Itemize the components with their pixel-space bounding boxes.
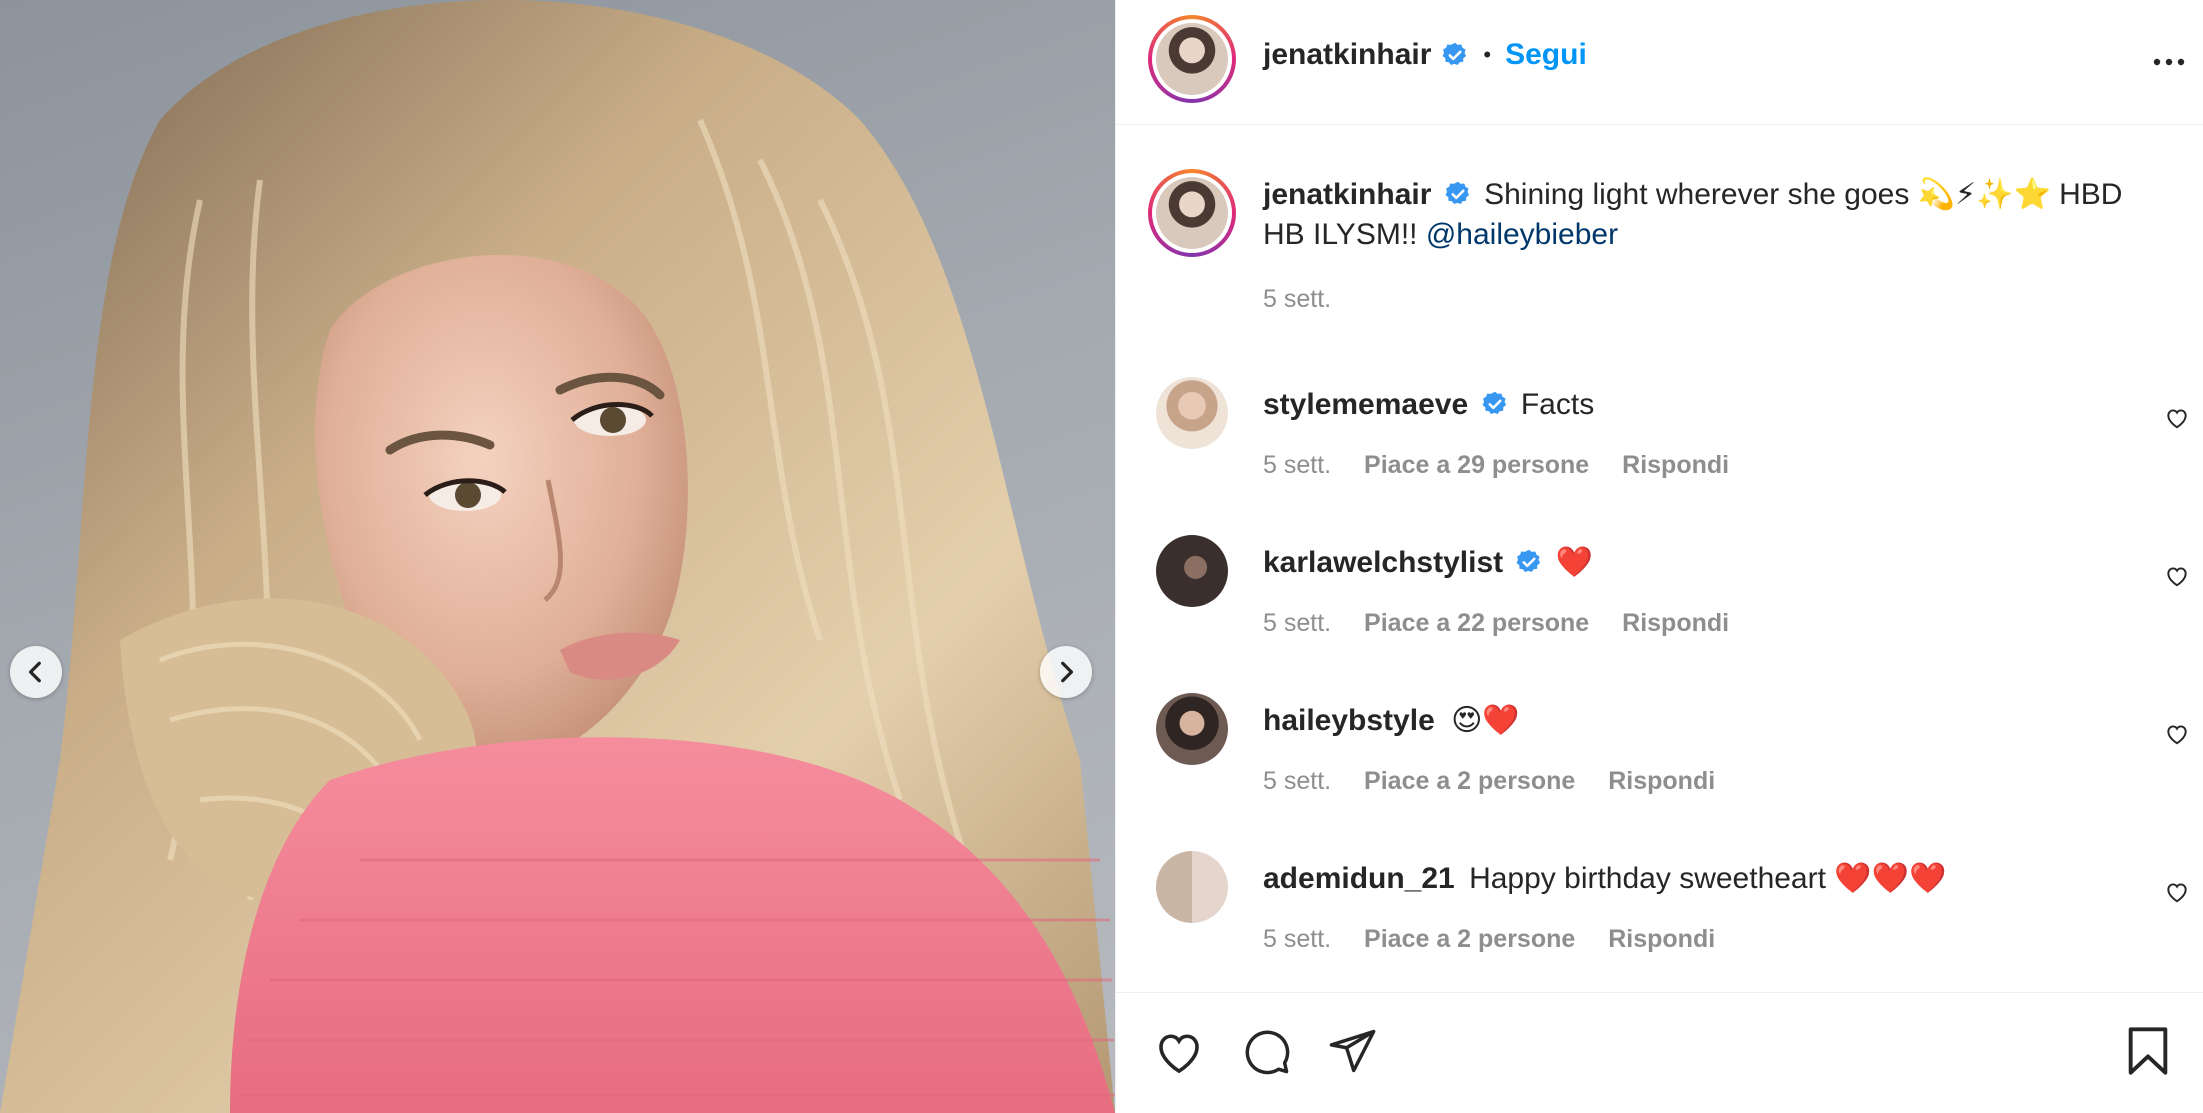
comment-button[interactable] bbox=[1240, 1025, 1292, 1077]
commenter-avatar[interactable] bbox=[1156, 693, 1228, 765]
commenter-username[interactable]: karlawelchstylist bbox=[1263, 546, 1503, 579]
more-options-icon[interactable] bbox=[2151, 44, 2187, 80]
reply-button[interactable]: Rispondi bbox=[1622, 609, 1729, 637]
post-media bbox=[0, 0, 1115, 1113]
commenter-username[interactable]: ademidun_21 bbox=[1263, 862, 1455, 895]
reply-button[interactable]: Rispondi bbox=[1608, 925, 1715, 953]
next-photo-button[interactable] bbox=[1040, 646, 1092, 698]
comment-text: Happy birthday sweetheart ❤️❤️❤️ bbox=[1469, 862, 1947, 895]
caption-avatar[interactable] bbox=[1148, 169, 1236, 257]
like-button[interactable] bbox=[1152, 1025, 1206, 1079]
reply-button[interactable]: Rispondi bbox=[1608, 767, 1715, 795]
caption-username[interactable]: jenatkinhair bbox=[1263, 178, 1431, 211]
verified-badge-icon bbox=[1442, 42, 1467, 66]
author-username[interactable]: jenatkinhair bbox=[1263, 38, 1431, 72]
commenter-avatar[interactable] bbox=[1156, 851, 1228, 923]
save-button[interactable] bbox=[2124, 1025, 2172, 1077]
caption-timestamp[interactable]: 5 sett. bbox=[1263, 285, 1331, 314]
commenter-username[interactable]: haileybstyle bbox=[1263, 704, 1435, 737]
comment-timestamp[interactable]: 5 sett. bbox=[1263, 609, 1331, 637]
caption-mention-link[interactable]: @haileybieber bbox=[1426, 218, 1618, 251]
comment-text: Facts bbox=[1520, 388, 1595, 421]
commenter-avatar[interactable] bbox=[1156, 377, 1228, 449]
post-actions-bar bbox=[1116, 992, 2203, 1113]
comment-likes-count[interactable]: Piace a 2 persone bbox=[1364, 925, 1575, 953]
verified-badge-icon bbox=[1517, 549, 1541, 573]
instagram-post: jenatkinhair • Segui jenatkinhair Shinin… bbox=[0, 0, 2203, 1113]
comment-timestamp[interactable]: 5 sett. bbox=[1263, 767, 1331, 795]
follow-button[interactable]: Segui bbox=[1505, 38, 1587, 72]
comment-timestamp[interactable]: 5 sett. bbox=[1263, 451, 1331, 479]
comment-timestamp[interactable]: 5 sett. bbox=[1263, 925, 1331, 953]
heart-icon[interactable] bbox=[2164, 563, 2190, 589]
comments-section: jenatkinhair Shining light wherever she … bbox=[1116, 125, 2203, 992]
comment-text: ❤️ bbox=[1555, 546, 1594, 579]
comment-item: stylememaeve Facts 5 sett. Piace a 29 pe… bbox=[1116, 377, 2203, 527]
share-button[interactable] bbox=[1326, 1025, 1378, 1077]
comment-likes-count[interactable]: Piace a 29 persone bbox=[1364, 451, 1589, 479]
comment-text: 😍❤️ bbox=[1451, 704, 1520, 737]
chevron-right-icon bbox=[1061, 661, 1074, 683]
separator-dot: • bbox=[1483, 42, 1492, 67]
author-avatar[interactable] bbox=[1148, 15, 1236, 103]
reply-button[interactable]: Rispondi bbox=[1622, 451, 1729, 479]
commenter-avatar[interactable] bbox=[1156, 535, 1228, 607]
heart-icon[interactable] bbox=[2164, 721, 2190, 747]
post-caption: jenatkinhair Shining light wherever she … bbox=[1263, 175, 2163, 255]
previous-photo-button[interactable] bbox=[10, 646, 62, 698]
comment-likes-count[interactable]: Piace a 22 persone bbox=[1364, 609, 1589, 637]
commenter-username[interactable]: stylememaeve bbox=[1263, 388, 1468, 421]
chevron-left-icon bbox=[28, 661, 41, 683]
verified-badge-icon bbox=[1482, 391, 1506, 415]
heart-icon[interactable] bbox=[2164, 405, 2190, 431]
comment-item: ademidun_21 Happy birthday sweetheart ❤️… bbox=[1116, 851, 2203, 1001]
comment-likes-count[interactable]: Piace a 2 persone bbox=[1364, 767, 1575, 795]
post-header: jenatkinhair • Segui bbox=[1116, 0, 2203, 125]
verified-badge-icon bbox=[1445, 181, 1469, 205]
comment-item: haileybstyle 😍❤️ 5 sett. Piace a 2 perso… bbox=[1116, 693, 2203, 843]
post-photo bbox=[0, 0, 1115, 1113]
comment-item: karlawelchstylist ❤️ 5 sett. Piace a 22 … bbox=[1116, 535, 2203, 685]
post-side-panel: jenatkinhair • Segui jenatkinhair Shinin… bbox=[1115, 0, 2203, 1113]
heart-icon[interactable] bbox=[2164, 879, 2190, 905]
